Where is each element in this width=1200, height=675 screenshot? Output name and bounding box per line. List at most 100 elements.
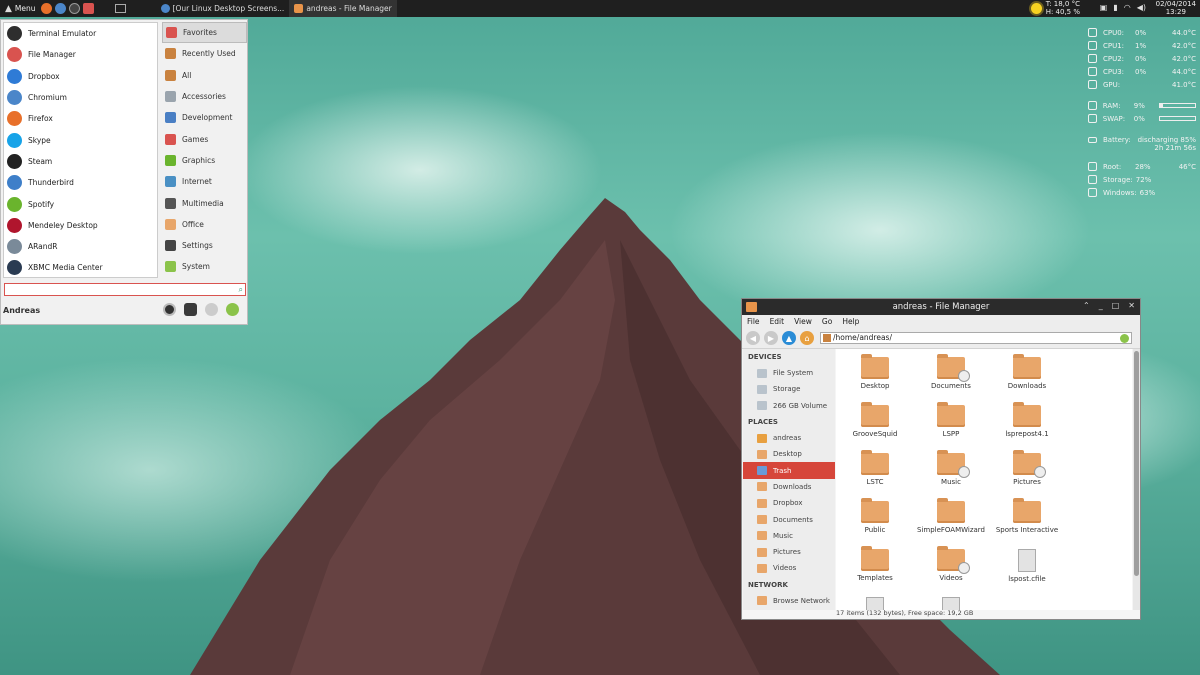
file-item[interactable]: Templates: [840, 546, 910, 582]
menu-category-item[interactable]: Accessories: [162, 86, 247, 107]
sidebar-item[interactable]: Pictures: [743, 544, 835, 560]
menu-category-item[interactable]: Games: [162, 128, 247, 149]
menu-app-item[interactable]: Chromium: [4, 87, 157, 108]
taskbar-item-browser[interactable]: [Our Linux Desktop Screens...: [156, 0, 290, 17]
file-item[interactable]: Downloads: [992, 354, 1062, 390]
menu-app-item[interactable]: Thunderbird: [4, 172, 157, 193]
location-bar[interactable]: /home/andreas/: [820, 332, 1132, 344]
menu-app-label: Steam: [28, 156, 53, 166]
battery-tray-icon[interactable]: ▮: [1113, 3, 1117, 12]
chromium-launcher-icon[interactable]: [54, 3, 66, 14]
sidebar-item[interactable]: Dropbox: [743, 495, 835, 511]
menu-category-item[interactable]: Recently Used: [162, 43, 247, 64]
sidebar-item[interactable]: Storage: [743, 381, 835, 397]
menu-item[interactable]: Go: [822, 317, 832, 326]
menu-category-item[interactable]: Multimedia: [162, 192, 247, 213]
scrollbar-thumb[interactable]: [1134, 351, 1139, 576]
file-item[interactable]: Videos: [916, 546, 986, 582]
menu-category-item[interactable]: All: [162, 65, 247, 86]
file-item[interactable]: lsprepost4.1: [992, 402, 1062, 438]
menu-item[interactable]: Help: [842, 317, 859, 326]
home-icon: [757, 433, 767, 443]
sidebar-item-label: Trash: [773, 466, 792, 475]
firefox-launcher-icon[interactable]: [40, 3, 52, 14]
sidebar-item[interactable]: 266 GB Volume: [743, 398, 835, 414]
show-desktop-icon[interactable]: [114, 4, 126, 13]
menu-app-item[interactable]: Mendeley Desktop: [4, 215, 157, 236]
terminal-launcher-icon[interactable]: [68, 3, 80, 14]
menu-category-item[interactable]: System: [162, 256, 247, 277]
switch-user-icon[interactable]: [205, 303, 218, 316]
menu-category-item[interactable]: Favorites: [162, 22, 247, 44]
sidebar-item[interactable]: Desktop: [743, 446, 835, 462]
menu-app-item[interactable]: File Manager: [4, 44, 157, 65]
cpu-label: CPU0:: [1103, 28, 1125, 37]
home-icon[interactable]: ⌂: [800, 331, 814, 345]
sidebar-item[interactable]: Documents: [743, 511, 835, 527]
file-item[interactable]: SimpleFOAMWizard: [916, 498, 986, 534]
sidebar-item[interactable]: Trash: [743, 462, 835, 479]
folder-icon: [861, 354, 889, 379]
settings-manager-icon[interactable]: [163, 303, 176, 316]
menu-item[interactable]: View: [794, 317, 812, 326]
file-item[interactable]: lspost.cfile: [992, 549, 1062, 583]
sidebar-item[interactable]: File System: [743, 365, 835, 381]
menu-item[interactable]: File: [747, 317, 760, 326]
shade-icon[interactable]: ⌃: [1083, 301, 1090, 310]
file-item[interactable]: Public: [840, 498, 910, 534]
menu-category-item[interactable]: Office: [162, 214, 247, 235]
logout-icon[interactable]: [226, 303, 239, 316]
file-item[interactable]: GrooveSquid: [840, 402, 910, 438]
menu-app-item[interactable]: Steam: [4, 151, 157, 172]
menu-category-item[interactable]: Graphics: [162, 150, 247, 171]
whisker-menu-button[interactable]: ▲ Menu: [0, 0, 41, 17]
file-item[interactable]: Documents: [916, 354, 986, 390]
menu-app-item[interactable]: ARandR: [4, 236, 157, 257]
file-item[interactable]: Sports Interactive: [992, 498, 1062, 534]
menu-app-item[interactable]: Spotify: [4, 193, 157, 214]
swap-value: 0%: [1133, 114, 1145, 123]
terminal-icon: [7, 26, 22, 42]
file-item[interactable]: LSTC: [840, 450, 910, 486]
scrollbar[interactable]: [1133, 349, 1140, 610]
lock-screen-icon[interactable]: [184, 303, 197, 316]
menu-app-item[interactable]: XBMC Media Center: [4, 257, 157, 278]
menu-app-item[interactable]: Dropbox: [4, 66, 157, 87]
menu-app-item[interactable]: Terminal Emulator: [4, 23, 157, 44]
menu-category-item[interactable]: Settings: [162, 235, 247, 256]
back-arrow-icon[interactable]: ◀: [746, 331, 760, 345]
maximize-icon[interactable]: □: [1112, 301, 1120, 310]
chrome-icon: [160, 4, 170, 13]
menu-search-box[interactable]: ⌕: [4, 283, 246, 296]
sidebar-item[interactable]: Downloads: [743, 479, 835, 495]
taskbar-item-file-manager[interactable]: andreas - File Manager: [289, 0, 397, 17]
menu-app-item[interactable]: Skype: [4, 129, 157, 150]
window-titlebar[interactable]: andreas - File Manager ⌃ _ □ ✕: [742, 299, 1140, 315]
file-item[interactable]: Desktop: [840, 354, 910, 390]
go-icon[interactable]: [1120, 333, 1129, 343]
location-input[interactable]: /home/andreas/: [833, 333, 892, 342]
file-item[interactable]: LSPP: [916, 402, 986, 438]
menu-category-item[interactable]: Internet: [162, 171, 247, 192]
volume-tray-icon[interactable]: ◀): [1137, 3, 1146, 12]
sidebar-item[interactable]: Music: [743, 528, 835, 544]
file-item[interactable]: Pictures: [992, 450, 1062, 486]
menu-category-item[interactable]: Development: [162, 107, 247, 128]
weather-widget[interactable]: T: 18,0 °C H: 40,5 %: [1030, 0, 1080, 16]
clock[interactable]: 02/04/2014 13:29: [1156, 0, 1196, 16]
file-manager-launcher-icon[interactable]: [82, 3, 94, 14]
minimize-icon[interactable]: _: [1099, 301, 1103, 310]
menu-app-label: Mendeley Desktop: [28, 220, 98, 230]
sidebar-item[interactable]: andreas: [743, 430, 835, 446]
forward-arrow-icon[interactable]: ▶: [764, 331, 778, 345]
dropbox-tray-icon[interactable]: ▣: [1100, 3, 1108, 12]
swap-row: SWAP: 0%: [1088, 112, 1196, 125]
close-icon[interactable]: ✕: [1128, 301, 1135, 310]
sidebar-item[interactable]: Browse Network: [743, 593, 835, 609]
menu-item[interactable]: Edit: [770, 317, 785, 326]
file-item[interactable]: Music: [916, 450, 986, 486]
up-arrow-icon[interactable]: ▲: [782, 331, 796, 345]
sidebar-item[interactable]: Videos: [743, 560, 835, 576]
menu-app-item[interactable]: Firefox: [4, 108, 157, 129]
wifi-tray-icon[interactable]: ◠: [1124, 3, 1131, 12]
